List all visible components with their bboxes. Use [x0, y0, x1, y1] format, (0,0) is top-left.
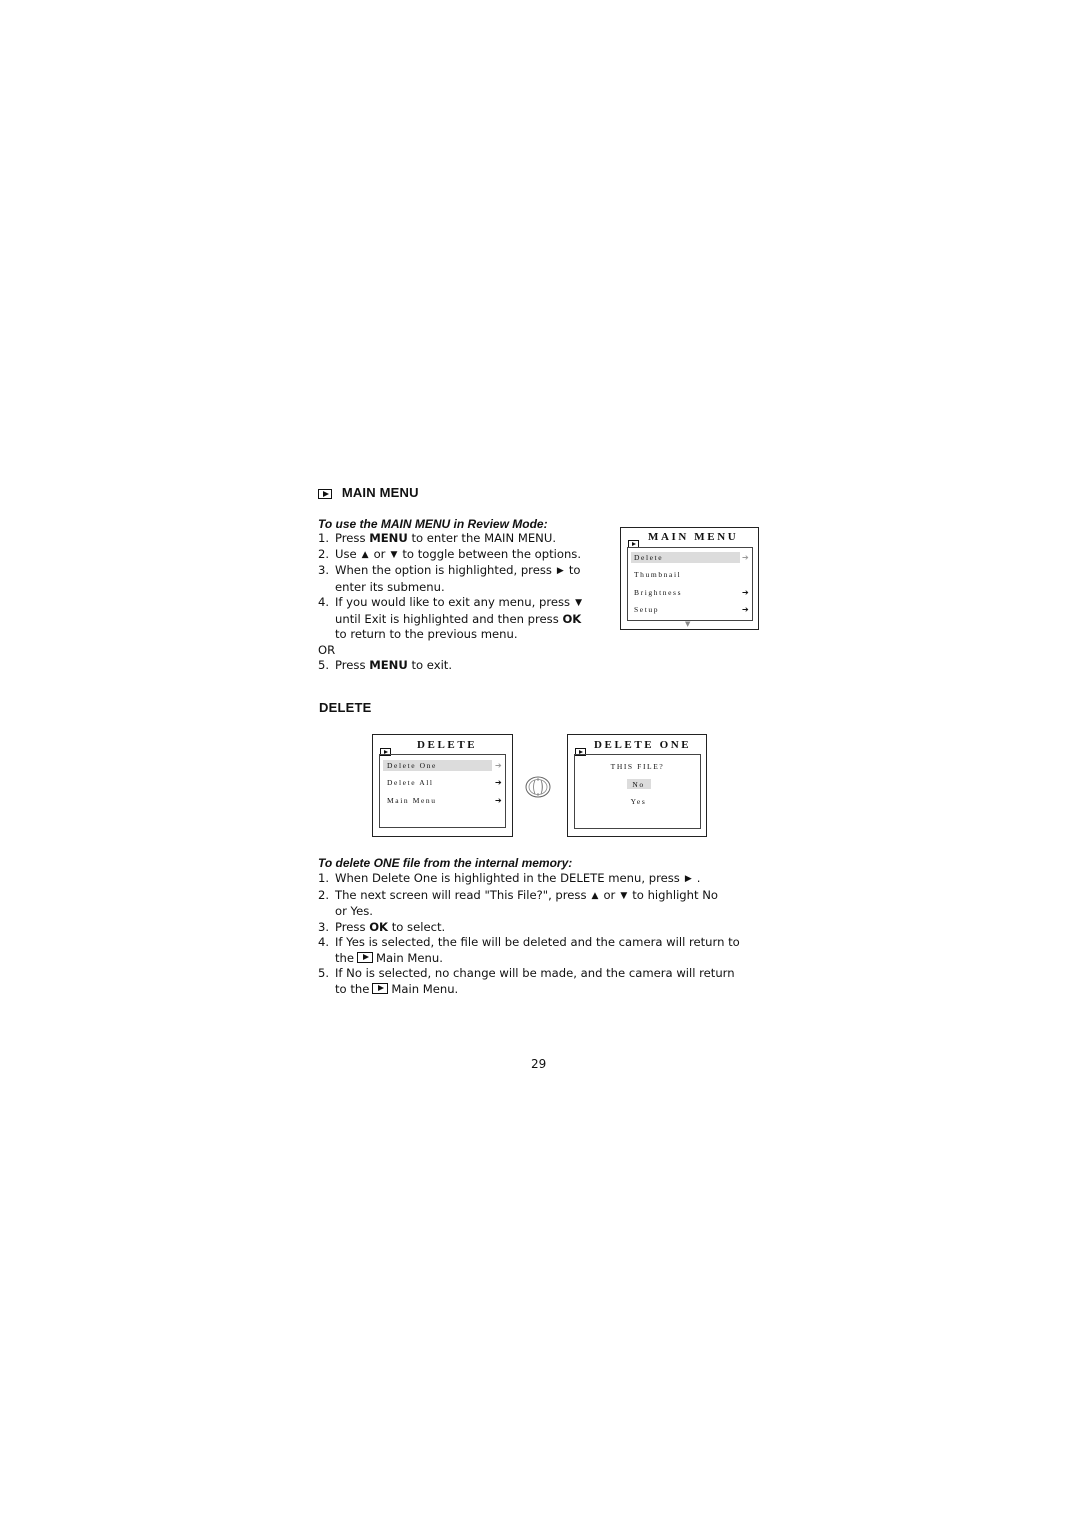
step-number: 2. — [318, 546, 330, 561]
step-3: 3. Press OK to select. — [318, 920, 768, 936]
down-arrow-icon: ▼ — [390, 549, 398, 560]
ok-key-label: OK — [562, 611, 582, 626]
menu-item-main-menu[interactable]: Main Menu — [387, 796, 437, 805]
playback-mode-icon — [318, 488, 332, 499]
screen-title: DELETE — [417, 739, 478, 751]
step-2: 2. The next screen will read "This File?… — [318, 888, 768, 920]
main-menu-steps: 1. Press MENU to enter the MAIN MENU. 2.… — [318, 531, 618, 674]
step-5: 5. If No is selected, no change will be … — [318, 966, 768, 997]
step-1: 1. Press MENU to enter the MAIN MENU. — [318, 531, 618, 547]
playback-mode-icon — [372, 982, 389, 994]
step-4: 4. If Yes is selected, the file will be … — [318, 935, 768, 966]
up-arrow-icon: ▲ — [591, 890, 599, 901]
menu-key-label: MENU — [369, 658, 408, 672]
step-text: to select. — [388, 919, 446, 934]
step-text: until Exit is highlighted and then press — [335, 611, 563, 626]
step-text: Press — [335, 658, 370, 672]
or-label: OR — [318, 642, 336, 657]
right-arrow-icon: ▶ — [556, 566, 564, 576]
option-yes[interactable]: Yes — [575, 797, 702, 806]
step-text: to toggle between the options. — [402, 546, 582, 561]
step-number: 4. — [318, 935, 330, 949]
step-number: 3. — [318, 563, 330, 577]
step-text: to enter the MAIN MENU. — [407, 531, 556, 545]
step-text: or — [373, 546, 386, 561]
screen-title: MAIN MENU — [648, 531, 739, 543]
scroll-down-icon: ▼ — [685, 620, 691, 628]
down-arrow-icon: ▼ — [575, 598, 582, 608]
delete-one-subheading: To delete ONE file from the internal mem… — [318, 856, 573, 870]
step-number: 3. — [318, 919, 330, 934]
step-number: 5. — [318, 658, 330, 672]
step-text: The next screen will read "This File?", … — [335, 887, 587, 902]
confirm-panel: THIS FILE? No Yes — [574, 754, 701, 829]
delete-heading: DELETE — [319, 700, 372, 715]
step-text: If you would like to exit any menu, pres… — [335, 595, 571, 609]
delete-screen: DELETE Delete One ➔ Delete All ➔ Main Me… — [372, 734, 513, 837]
navigation-dial-icon — [525, 776, 551, 798]
step-text: Press — [335, 531, 370, 545]
step-text: to — [568, 563, 581, 577]
delete-one-steps: 1. When Delete One is highlighted in the… — [318, 871, 768, 997]
step-text: to the — [335, 981, 370, 996]
step-text: Use — [335, 546, 357, 561]
step-1: 1. When Delete One is highlighted in the… — [318, 871, 768, 888]
step-text: to highlight No — [632, 887, 718, 902]
step-text: the — [335, 950, 355, 965]
menu-list-panel: Delete ➔ Thumbnail Brightness ➔ Setup ➔ — [627, 547, 753, 621]
step-3: 3. When the option is highlighted, press… — [318, 563, 618, 595]
up-arrow-icon: ▲ — [361, 549, 369, 560]
step-text: When Delete One is highlighted in the DE… — [335, 871, 680, 885]
step-2: 2. Use ▲ or ▼ to toggle between the options. — [318, 547, 618, 564]
step-text: . — [696, 871, 701, 885]
step-number: 1. — [318, 871, 330, 885]
arrow-right-icon: ➔ — [742, 605, 749, 614]
arrow-right-icon: ➔ — [495, 761, 502, 770]
menu-list-panel: Delete One ➔ Delete All ➔ Main Menu ➔ — [379, 754, 506, 828]
menu-item-delete-one[interactable]: Delete One — [387, 761, 437, 770]
screen-title: DELETE ONE — [594, 739, 692, 751]
step-text: Main Menu. — [376, 950, 443, 965]
step-number: 5. — [318, 966, 330, 980]
right-arrow-icon: ▶ — [684, 874, 692, 884]
step-text: When the option is highlighted, press — [335, 563, 552, 577]
arrow-right-icon: ➔ — [742, 588, 749, 597]
step-text: or — [603, 887, 616, 902]
step-text: Main Menu. — [391, 981, 459, 996]
step-number: 2. — [318, 887, 330, 902]
arrow-right-icon: ➔ — [742, 553, 749, 562]
step-text: If Yes is selected, the file will be del… — [335, 935, 740, 949]
step-5: 5. Press MENU to exit. — [318, 658, 618, 674]
delete-one-screen: DELETE ONE THIS FILE? No Yes — [567, 734, 707, 837]
step-4: 4. If you would like to exit any menu, p… — [318, 595, 618, 643]
confirm-prompt: THIS FILE? — [610, 762, 665, 771]
main-menu-subheading: To use the MAIN MENU in Review Mode: — [318, 517, 548, 531]
step-text: or Yes. — [335, 904, 373, 918]
arrow-right-icon: ➔ — [495, 796, 502, 805]
menu-item-setup[interactable]: Setup — [634, 605, 659, 614]
menu-item-delete[interactable]: Delete — [634, 553, 663, 562]
step-text: enter its submenu. — [335, 579, 445, 594]
step-number: 4. — [318, 595, 330, 609]
arrow-right-icon: ➔ — [495, 778, 502, 787]
main-menu-heading-text: MAIN MENU — [341, 485, 419, 500]
main-menu-screen: MAIN MENU Delete ➔ Thumbnail Brightness … — [620, 527, 759, 630]
ok-key-label: OK — [369, 919, 389, 934]
step-text: to return to the previous menu. — [335, 627, 518, 641]
page-number: 29 — [531, 1057, 547, 1071]
menu-item-brightness[interactable]: Brightness — [634, 588, 682, 597]
step-text: If No is selected, no change will be mad… — [335, 966, 735, 980]
main-menu-heading: MAIN MENU — [318, 485, 419, 500]
menu-item-delete-all[interactable]: Delete All — [387, 778, 434, 787]
step-number: 1. — [318, 531, 330, 545]
menu-item-thumbnail[interactable]: Thumbnail — [634, 570, 681, 579]
playback-mode-icon — [357, 951, 374, 963]
step-text: to exit. — [407, 658, 453, 672]
down-arrow-icon: ▼ — [620, 890, 628, 901]
menu-key-label: MENU — [369, 531, 408, 545]
step-text: Press — [335, 919, 370, 934]
option-no[interactable]: No — [575, 780, 702, 789]
